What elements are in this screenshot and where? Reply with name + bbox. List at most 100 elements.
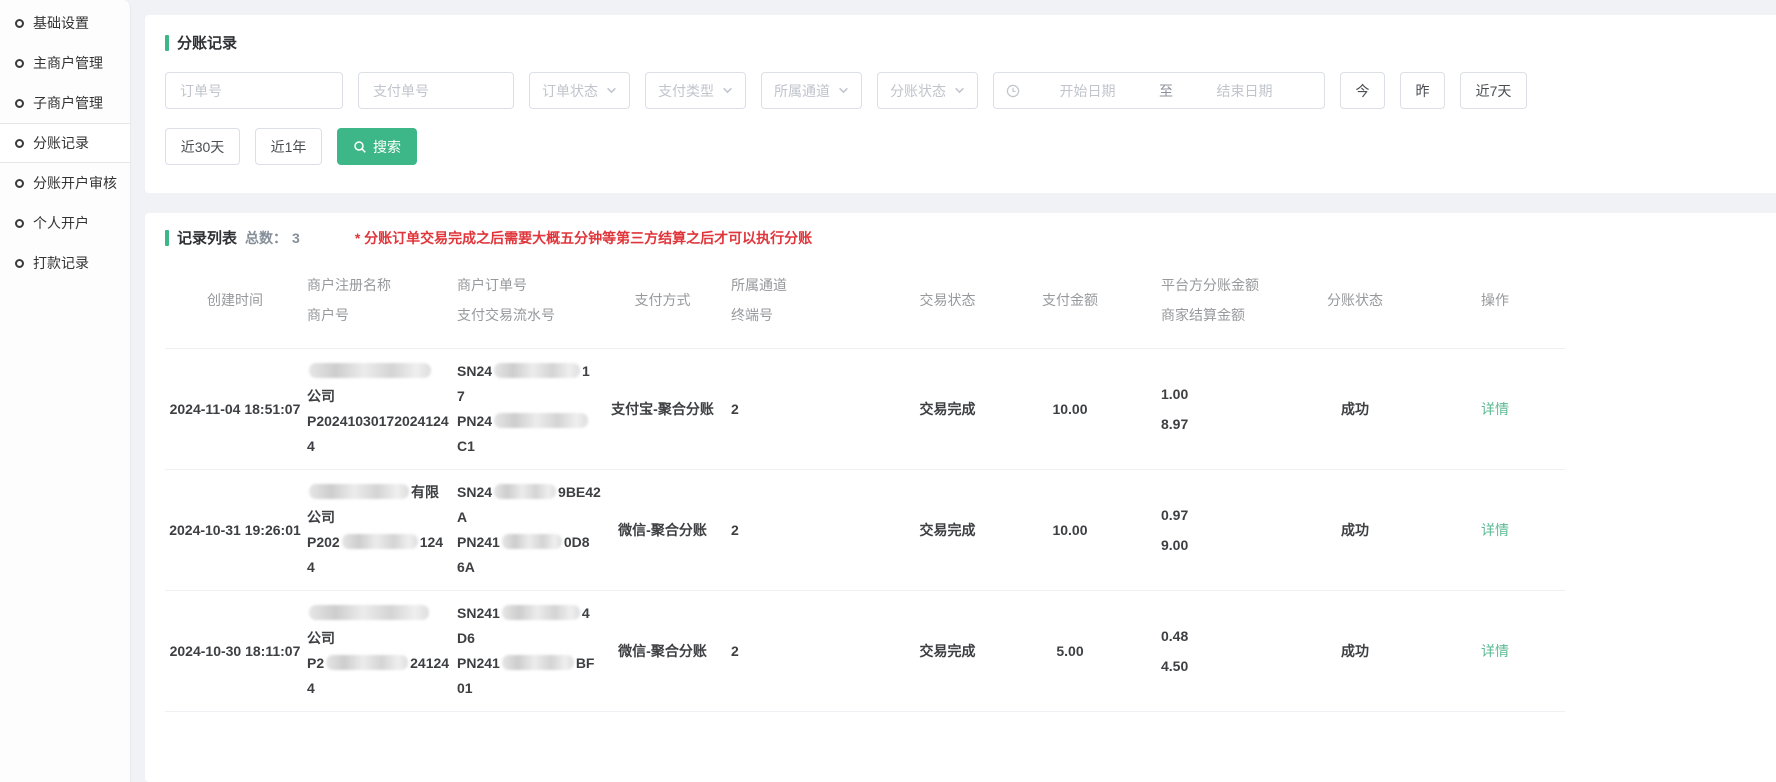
split-amount-cell: 0.97 9.00: [1125, 500, 1285, 560]
col-split-amounts: 平台方分账金额 商家结算金额: [1125, 270, 1285, 330]
detail-link[interactable]: 详情: [1481, 643, 1509, 659]
terminal-cell: 2: [715, 643, 880, 659]
circle-icon: [15, 19, 24, 28]
date-range-separator: 至: [1155, 81, 1177, 101]
redacted-text: [309, 484, 409, 499]
main-content: 分账记录 订单状态 支付类型 所属通道 分账状态: [131, 0, 1776, 782]
pay-amount-cell: 10.00: [1015, 522, 1125, 538]
terminal-cell: 2: [715, 401, 880, 417]
table-row: 2024-10-30 18:11:07 公司 P224124 4 SN2414 …: [165, 591, 1565, 712]
table-header-row: 创建时间 商户注册名称 商户号 商户订单号 支付交易流水号 支付方式 所属通道 …: [165, 256, 1565, 349]
select-placeholder: 分账状态: [890, 81, 946, 101]
order-cell: SN249BE42 A PN2410D8 6A: [455, 480, 610, 580]
sidebar-item-label: 个人开户: [33, 213, 89, 233]
order-cell: SN2414 D6 PN241BF 01: [455, 601, 610, 701]
col-trade-status: 交易状态: [880, 285, 1015, 315]
circle-icon: [15, 219, 24, 228]
sidebar-item-label: 分账开户审核: [33, 173, 117, 193]
col-created: 创建时间: [165, 285, 305, 315]
created-cell: 2024-11-04 18:51:07: [165, 401, 305, 417]
pay-no-input[interactable]: [358, 72, 514, 109]
date-range-picker[interactable]: 开始日期 至 结束日期: [993, 72, 1325, 109]
filter-card: 分账记录 订单状态 支付类型 所属通道 分账状态: [145, 15, 1776, 193]
sidebar-item-label: 分账记录: [33, 133, 89, 153]
col-pay-method: 支付方式: [610, 285, 715, 315]
split-status-cell: 成功: [1285, 641, 1425, 661]
sidebar-item-split-records[interactable]: 分账记录: [0, 123, 130, 163]
order-no-input[interactable]: [165, 72, 343, 109]
today-button[interactable]: 今: [1340, 72, 1385, 109]
circle-icon: [15, 99, 24, 108]
split-amount-cell: 0.48 4.50: [1125, 621, 1285, 681]
detail-link[interactable]: 详情: [1481, 401, 1509, 417]
chevron-down-icon: [954, 85, 965, 96]
split-delay-notice: * 分账订单交易完成之后需要大概五分钟等第三方结算之后才可以执行分账: [355, 228, 812, 248]
pay-method-cell: 微信-聚合分账: [610, 641, 715, 661]
sidebar-item-label: 打款记录: [33, 253, 89, 273]
pay-type-select[interactable]: 支付类型: [645, 72, 746, 109]
order-status-select[interactable]: 订单状态: [529, 72, 630, 109]
trade-status-cell: 交易完成: [880, 399, 1015, 419]
split-status-cell: 成功: [1285, 399, 1425, 419]
list-title-text: 记录列表: [177, 227, 237, 248]
circle-icon: [15, 139, 24, 148]
channel-select[interactable]: 所属通道: [761, 72, 862, 109]
last-7-days-button[interactable]: 近7天: [1460, 72, 1527, 109]
list-header: 记录列表 总数： 3 * 分账订单交易完成之后需要大概五分钟等第三方结算之后才可…: [165, 227, 1756, 248]
circle-icon: [15, 259, 24, 268]
sidebar: 基础设置 主商户管理 子商户管理 分账记录 分账开户审核 个人开户 打款记录: [0, 0, 131, 782]
redacted-text: [502, 605, 580, 620]
last-30-days-button[interactable]: 近30天: [165, 128, 240, 165]
sidebar-item-basic-settings[interactable]: 基础设置: [0, 3, 130, 43]
search-icon: [353, 140, 367, 154]
page: 基础设置 主商户管理 子商户管理 分账记录 分账开户审核 个人开户 打款记录: [0, 0, 1776, 782]
sidebar-item-label: 子商户管理: [33, 93, 103, 113]
title-accent-bar: [165, 35, 169, 51]
col-pay-amount: 支付金额: [1015, 285, 1125, 315]
redacted-text: [326, 655, 408, 670]
pay-amount-cell: 5.00: [1015, 643, 1125, 659]
sidebar-item-sub-merchant[interactable]: 子商户管理: [0, 83, 130, 123]
sidebar-item-label: 主商户管理: [33, 53, 103, 73]
terminal-cell: 2: [715, 522, 880, 538]
sidebar-item-personal-account[interactable]: 个人开户: [0, 203, 130, 243]
filter-row-1: 订单状态 支付类型 所属通道 分账状态: [165, 72, 1756, 109]
sidebar-item-payout-records[interactable]: 打款记录: [0, 243, 130, 283]
circle-icon: [15, 179, 24, 188]
total-count: 3: [292, 230, 300, 246]
search-button-label: 搜索: [373, 137, 401, 157]
select-placeholder: 订单状态: [542, 81, 598, 101]
col-order: 商户订单号 支付交易流水号: [455, 270, 610, 330]
created-cell: 2024-10-31 19:26:01: [165, 522, 305, 538]
merchant-cell: 公司 P224124 4: [305, 601, 455, 701]
order-cell: SN241 7 PN24 C1: [455, 359, 610, 459]
end-date-placeholder: 结束日期: [1177, 81, 1312, 101]
split-status-select[interactable]: 分账状态: [877, 72, 978, 109]
pay-method-cell: 支付宝-聚合分账: [610, 399, 715, 419]
sidebar-item-split-account-review[interactable]: 分账开户审核: [0, 163, 130, 203]
table-row: 2024-10-31 19:26:01 有限 公司 P202124 4 SN24…: [165, 470, 1565, 591]
total-label: 总数：: [245, 228, 287, 248]
trade-status-cell: 交易完成: [880, 641, 1015, 661]
search-button[interactable]: 搜索: [337, 128, 417, 165]
record-list-card: 记录列表 总数： 3 * 分账订单交易完成之后需要大概五分钟等第三方结算之后才可…: [145, 213, 1776, 782]
action-cell: 详情: [1425, 641, 1565, 661]
action-cell: 详情: [1425, 520, 1565, 540]
col-merchant: 商户注册名称 商户号: [305, 270, 455, 330]
action-cell: 详情: [1425, 399, 1565, 419]
page-title: 分账记录: [165, 32, 1756, 53]
last-1-year-button[interactable]: 近1年: [255, 128, 322, 165]
sidebar-item-main-merchant[interactable]: 主商户管理: [0, 43, 130, 83]
col-split-status: 分账状态: [1285, 285, 1425, 315]
split-amount-cell: 1.00 8.97: [1125, 379, 1285, 439]
chevron-down-icon: [606, 85, 617, 96]
chevron-down-icon: [722, 85, 733, 96]
redacted-text: [309, 605, 429, 620]
detail-link[interactable]: 详情: [1481, 522, 1509, 538]
redacted-text: [309, 363, 431, 378]
col-action: 操作: [1425, 285, 1565, 315]
start-date-placeholder: 开始日期: [1020, 81, 1155, 101]
created-cell: 2024-10-30 18:11:07: [165, 643, 305, 659]
redacted-text: [502, 534, 562, 549]
yesterday-button[interactable]: 昨: [1400, 72, 1445, 109]
